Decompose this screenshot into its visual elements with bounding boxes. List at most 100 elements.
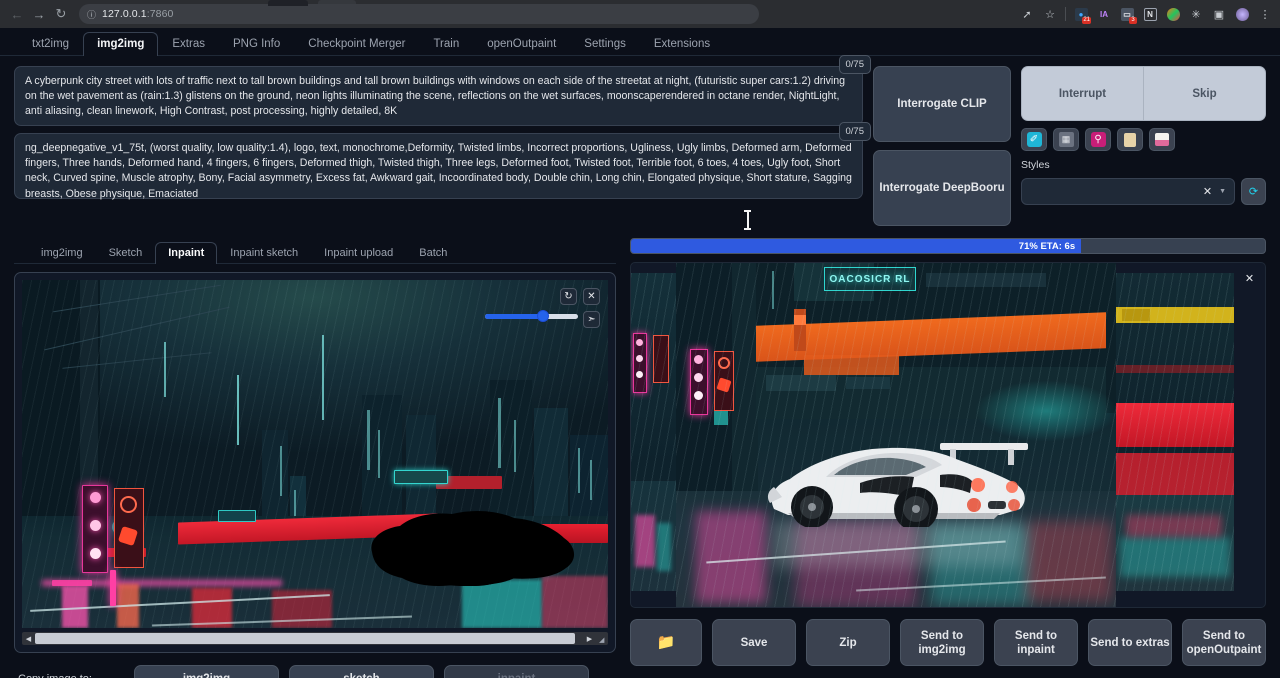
mode-tab-inpaint[interactable]: Inpaint	[155, 242, 217, 264]
inpaint-mask[interactable]	[354, 498, 589, 588]
share-icon[interactable]: ➚	[1016, 3, 1038, 25]
close-icon[interactable]: ✕	[1242, 271, 1257, 286]
generate-column: Interrupt Skip ✐ ▦ ⚲	[1021, 66, 1266, 226]
inpaint-canvas-container[interactable]: cyberpunk rainy city street at night wit…	[14, 272, 616, 653]
remove-image-icon[interactable]: ✕	[583, 288, 600, 305]
show-extra-networks-icon[interactable]: ⚲	[1085, 128, 1111, 151]
scrollbar-thumb[interactable]	[35, 633, 575, 644]
video-download-badge-count: 3	[1129, 17, 1137, 24]
inpaint-canvas[interactable]: cyberpunk rainy city street at night wit…	[22, 280, 608, 628]
negative-prompt-input[interactable]: ng_deepnegative_v1_75t, (worst quality, …	[14, 133, 863, 199]
interrogate-clip-button[interactable]: Interrogate CLIP	[873, 66, 1011, 142]
tab-extensions[interactable]: Extensions	[640, 32, 724, 56]
work-area: img2img Sketch Inpaint Inpaint sketch In…	[0, 226, 1280, 678]
video-download-icon[interactable]: ▭ 3	[1116, 3, 1138, 25]
img2img-mode-tabs: img2img Sketch Inpaint Inpaint sketch In…	[14, 238, 616, 264]
brush-color-icon[interactable]: ➣	[583, 311, 600, 328]
styles-label: Styles	[1021, 159, 1266, 171]
stable-diffusion-webui: txt2img img2img Extras PNG Info Checkpoi…	[0, 28, 1280, 678]
gallery-side-preview-left	[631, 273, 676, 591]
toolbar-divider	[1065, 7, 1066, 21]
prompt-input[interactable]: A cyberpunk city street with lots of tra…	[14, 66, 863, 126]
traffic-light-lamp	[90, 548, 101, 559]
back-arrow-icon[interactable]: ←	[6, 3, 28, 25]
color-picker-icon[interactable]	[1162, 3, 1184, 25]
tab-openoutpaint[interactable]: openOutpaint	[473, 32, 570, 56]
tab-img2img[interactable]: img2img	[83, 32, 158, 56]
kebab-menu-icon[interactable]: ⋮	[1254, 3, 1276, 25]
apply-style-icon[interactable]	[1117, 128, 1143, 151]
traffic-light-lamp	[90, 520, 101, 531]
copy-to-img2img-button[interactable]: img2img	[134, 665, 279, 678]
send-to-inpaint-button[interactable]: Send to inpaint	[994, 619, 1078, 666]
resize-handle-icon[interactable]: ◢	[599, 636, 607, 644]
neon-strip	[52, 580, 92, 586]
styles-dropdown[interactable]: ✕ ▼	[1021, 178, 1235, 205]
output-button-row: 📁 Save Zip Send to img2img Send to inpai…	[630, 619, 1266, 666]
generated-image[interactable]: OACOSICR RL	[676, 263, 1116, 607]
tab-checkpoint-merger[interactable]: Checkpoint Merger	[294, 32, 419, 56]
brush-size-slider[interactable]	[485, 310, 578, 322]
neon-strip	[110, 570, 116, 606]
canvas-tool-group: ↻ ✕ ➣	[560, 288, 600, 328]
interrogate-column: Interrogate CLIP Interrogate DeepBooru	[873, 66, 1011, 226]
tab-png-info[interactable]: PNG Info	[219, 32, 294, 56]
paste-prompt-icon[interactable]: ✐	[1021, 128, 1047, 151]
output-pane: 71% ETA: 6s generated white futuristic s…	[630, 238, 1266, 678]
mode-tab-sketch[interactable]: Sketch	[96, 242, 156, 264]
send-to-openoutpaint-button[interactable]: Send to openOutpaint	[1182, 619, 1266, 666]
reader-mode-icon[interactable]: ▣	[1208, 3, 1230, 25]
save-style-icon[interactable]	[1149, 128, 1175, 151]
reload-icon[interactable]: ↻	[50, 3, 72, 25]
star-icon[interactable]: ☆	[1039, 3, 1061, 25]
progress-bar-fill: 71% ETA: 6s	[631, 239, 1081, 253]
notion-icon[interactable]: N	[1139, 3, 1161, 25]
extension-badge-count: 21	[1082, 17, 1091, 24]
interrogate-deepbooru-button[interactable]: Interrogate DeepBooru	[873, 150, 1011, 226]
rain-overlay	[676, 263, 1116, 607]
tab-settings[interactable]: Settings	[570, 32, 640, 56]
forward-arrow-icon[interactable]: →	[28, 3, 50, 25]
send-to-img2img-button[interactable]: Send to img2img	[900, 619, 984, 666]
site-info-icon[interactable]: ⓘ	[87, 8, 96, 21]
profile-avatar-icon[interactable]	[1231, 3, 1253, 25]
copy-to-inpaint-button: inpaint	[444, 665, 589, 678]
canvas-horizontal-scrollbar[interactable]: ◀ ▶ ◢	[22, 632, 608, 645]
input-pane: img2img Sketch Inpaint Inpaint sketch In…	[14, 238, 616, 678]
save-button[interactable]: Save	[712, 619, 796, 666]
zip-button[interactable]: Zip	[806, 619, 890, 666]
clear-prompt-icon[interactable]: ▦	[1053, 128, 1079, 151]
scroll-right-arrow-icon[interactable]: ▶	[583, 635, 596, 643]
mode-tab-inpaint-upload[interactable]: Inpaint upload	[311, 242, 406, 264]
extension-badge-icon[interactable]: ● 21	[1070, 3, 1092, 25]
tab-strip-remnant-2	[318, 0, 356, 4]
brush-slider-track[interactable]	[485, 314, 578, 319]
skip-button[interactable]: Skip	[1143, 66, 1266, 121]
mode-tab-batch[interactable]: Batch	[406, 242, 460, 264]
copy-to-sketch-button[interactable]: sketch	[289, 665, 434, 678]
interrupt-button[interactable]: Interrupt	[1021, 66, 1143, 121]
tab-extras[interactable]: Extras	[158, 32, 219, 56]
prompt-token-counter: 0/75	[839, 55, 872, 74]
mode-tab-img2img[interactable]: img2img	[28, 242, 96, 264]
negative-prompt-token-counter: 0/75	[839, 122, 872, 141]
result-gallery[interactable]: generated white futuristic supercar on a…	[630, 262, 1266, 608]
scroll-left-arrow-icon[interactable]: ◀	[22, 635, 35, 643]
traffic-light-lamp	[90, 492, 101, 503]
prompt-text: A cyberpunk city street with lots of tra…	[25, 75, 845, 117]
tab-train[interactable]: Train	[419, 32, 473, 56]
tab-txt2img[interactable]: txt2img	[18, 32, 83, 56]
send-to-extras-button[interactable]: Send to extras	[1088, 619, 1172, 666]
mode-tab-inpaint-sketch[interactable]: Inpaint sketch	[217, 242, 311, 264]
open-folder-button[interactable]: 📁	[630, 619, 702, 666]
styles-row: ✕ ▼ ⟳	[1021, 178, 1266, 205]
clear-x-icon[interactable]: ✕	[1203, 185, 1212, 198]
puzzle-extensions-icon[interactable]: ✳	[1185, 3, 1207, 25]
undo-icon[interactable]: ↻	[560, 288, 577, 305]
internet-archive-icon[interactable]: IA	[1093, 3, 1115, 25]
refresh-icon[interactable]: ⟳	[1241, 178, 1266, 205]
brush-slider-knob[interactable]	[537, 310, 549, 322]
brush-slider-fill	[485, 314, 543, 319]
address-bar[interactable]: ⓘ 127.0.0.1:7860	[79, 4, 759, 24]
copy-image-row: Copy image to: img2img sketch inpaint	[14, 665, 616, 678]
